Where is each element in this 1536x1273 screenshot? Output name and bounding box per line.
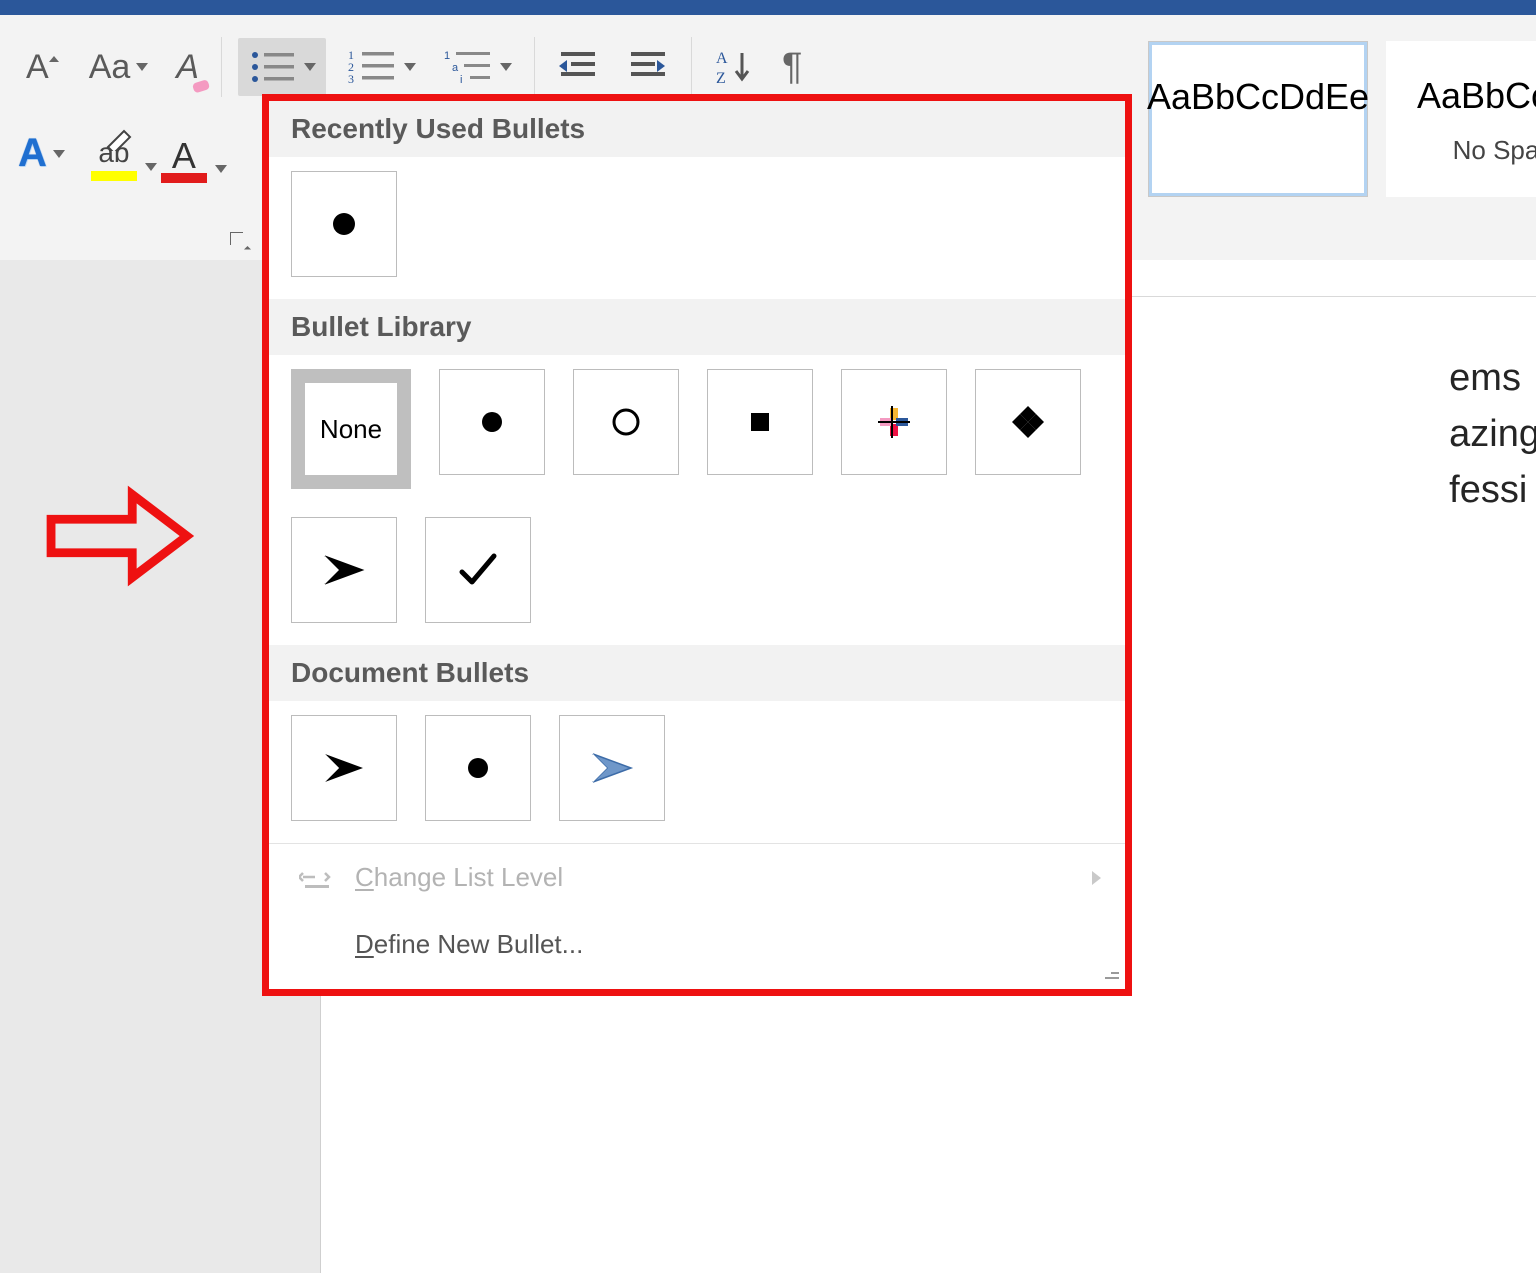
ribbon-row-top: A Aa A [20, 37, 808, 97]
ribbon-row-bottom: A ab A [12, 125, 211, 182]
style-normal[interactable]: AaBbCcDdEe [1148, 41, 1368, 197]
font-color-label: A [172, 135, 196, 177]
grow-font-label: A [26, 48, 49, 87]
clear-formatting-button[interactable]: A [170, 42, 205, 93]
caret-down-icon [53, 150, 65, 158]
change-level-icon [299, 865, 333, 891]
change-case-label: Aa [89, 48, 131, 87]
highlight-swatch [91, 171, 137, 181]
pen-icon [104, 129, 134, 151]
color-cross-icon [876, 404, 912, 440]
highlight-color-button[interactable]: ab [87, 137, 141, 171]
caret-up-icon [47, 52, 61, 66]
menu-define-new-bullet[interactable]: Define New Bullet... [269, 911, 1125, 978]
sort-button[interactable]: A Z [708, 41, 760, 93]
bullet-none[interactable]: None [291, 369, 411, 489]
style-sample: AaBbCcD [1417, 75, 1536, 117]
separator [691, 37, 692, 97]
eraser-icon [191, 77, 213, 95]
bullets-icon [248, 48, 298, 86]
svg-text:1: 1 [444, 50, 450, 62]
blue-arrowhead-icon [587, 748, 637, 788]
doc-line: fessi [1449, 462, 1536, 518]
bullets-split-button[interactable] [238, 38, 326, 96]
four-diamond-icon [1008, 402, 1048, 442]
bullet-four-diamonds[interactable] [975, 369, 1081, 475]
bullet-doc-arrowhead-blue[interactable] [559, 715, 665, 821]
show-hide-marks-button[interactable]: ¶ [776, 40, 808, 95]
caret-down-icon [145, 163, 157, 171]
bullet-none-label: None [320, 414, 382, 445]
numbering-split-button[interactable]: 1 2 3 [342, 42, 422, 92]
bullet-filled-circle[interactable] [439, 369, 545, 475]
separator [534, 37, 535, 97]
menu-change-list-level: Change List Level [269, 844, 1125, 911]
text-effects-button[interactable]: A [12, 125, 71, 182]
bullet-doc-filled-circle[interactable] [425, 715, 531, 821]
section-body-library: None [269, 355, 1125, 645]
doc-line: ems [1449, 350, 1536, 406]
increase-indent-icon [627, 48, 669, 86]
menu-label: Change List Level [355, 862, 563, 893]
bullet-recent-filled-circle[interactable] [291, 171, 397, 277]
text-effects-label: A [18, 131, 47, 176]
filled-square-icon [745, 407, 775, 437]
style-name: No Spa [1453, 135, 1536, 166]
hollow-circle-icon [609, 405, 643, 439]
svg-text:3: 3 [348, 72, 354, 86]
arrowhead-icon [319, 748, 369, 788]
arrowhead-icon [319, 550, 369, 590]
bullet-hollow-circle[interactable] [573, 369, 679, 475]
change-case-button[interactable]: Aa [83, 42, 155, 93]
checkmark-icon [456, 548, 500, 592]
font-color-button[interactable]: A [157, 135, 211, 173]
title-bar [0, 0, 1536, 15]
section-header-library: Bullet Library [269, 299, 1125, 355]
svg-text:Z: Z [716, 70, 726, 87]
dropdown-footer: Change List Level Define New Bullet... [269, 843, 1125, 978]
bullet-filled-square[interactable] [707, 369, 813, 475]
section-body-recent [269, 157, 1125, 299]
grow-font-button[interactable]: A [20, 42, 67, 93]
numbering-icon: 1 2 3 [348, 48, 398, 86]
multilevel-list-button[interactable]: 1 a i [438, 42, 518, 92]
dialog-launcher-button[interactable] [228, 230, 252, 254]
style-sample: AaBbCcDdEe [1147, 76, 1369, 118]
styles-gallery: AaBbCcDdEe AaBbCcD No Spa [1148, 41, 1536, 211]
separator [221, 37, 222, 97]
pilcrow-icon: ¶ [782, 46, 802, 89]
svg-text:A: A [716, 50, 728, 67]
annotation-arrow-icon [44, 484, 194, 588]
sort-icon: A Z [714, 47, 754, 87]
style-no-spacing[interactable]: AaBbCcD No Spa [1386, 41, 1536, 197]
chevron-right-icon [1092, 871, 1101, 885]
caret-down-icon [215, 165, 227, 173]
bullet-checkmark[interactable] [425, 517, 531, 623]
bullet-arrowhead[interactable] [291, 517, 397, 623]
svg-text:a: a [452, 62, 459, 74]
bullet-four-color-cross[interactable] [841, 369, 947, 475]
filled-circle-icon [464, 754, 492, 782]
decrease-indent-icon [557, 48, 599, 86]
font-color-swatch [161, 173, 207, 183]
filled-circle-icon [329, 209, 359, 239]
bullets-gallery-dropdown: Recently Used Bullets Bullet Library Non… [262, 94, 1132, 996]
menu-label: Define New Bullet... [355, 929, 583, 960]
bullet-doc-arrowhead-black[interactable] [291, 715, 397, 821]
caret-down-icon [500, 63, 512, 71]
section-header-recent: Recently Used Bullets [269, 101, 1125, 157]
multilevel-list-icon: 1 a i [444, 48, 494, 86]
decrease-indent-button[interactable] [551, 42, 605, 92]
section-header-document: Document Bullets [269, 645, 1125, 701]
section-body-document [269, 701, 1125, 843]
resize-grip-icon[interactable] [1101, 965, 1119, 983]
svg-text:i: i [460, 74, 462, 86]
caret-down-icon [136, 63, 148, 71]
filled-circle-icon [477, 407, 507, 437]
caret-down-icon [304, 63, 316, 71]
caret-down-icon [404, 63, 416, 71]
increase-indent-button[interactable] [621, 42, 675, 92]
doc-line: azing [1449, 406, 1536, 462]
document-text-fragment: ems azing fessi [1449, 350, 1536, 518]
